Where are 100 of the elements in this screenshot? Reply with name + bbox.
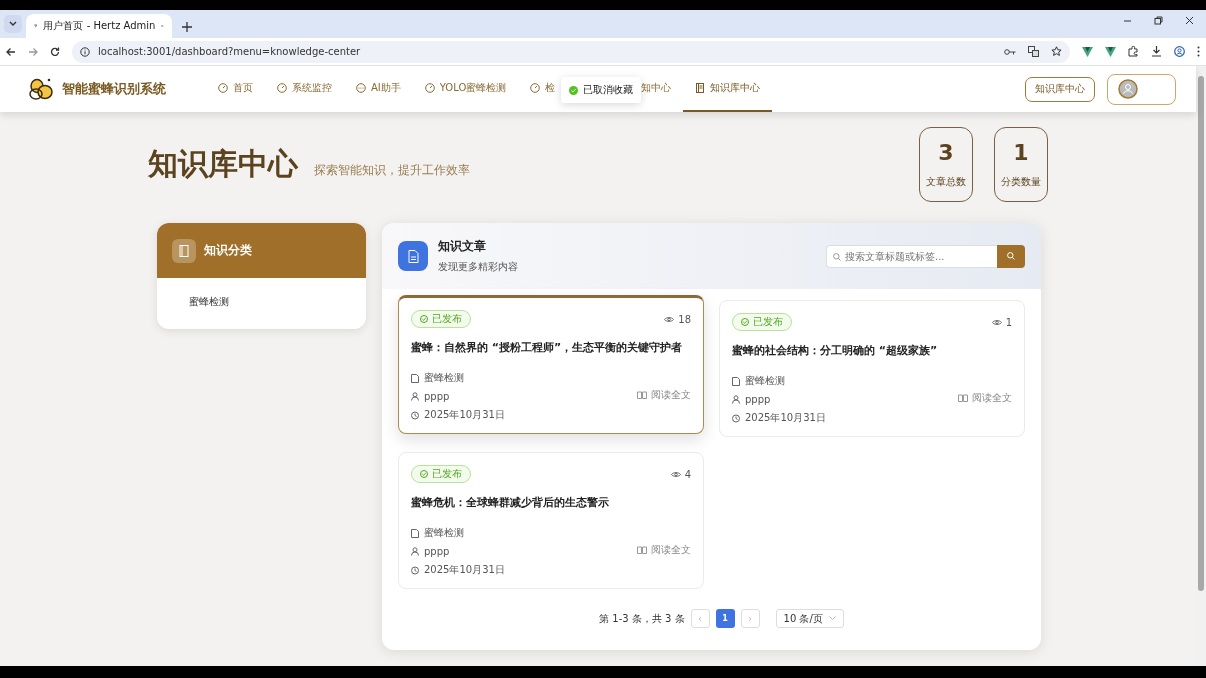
category-item[interactable]: 蜜蜂检测 xyxy=(189,295,229,309)
search-button[interactable] xyxy=(997,244,1025,268)
nav-item[interactable]: 系统监控 xyxy=(265,66,344,112)
status-tag: 已发布 xyxy=(732,313,792,331)
nav-item[interactable]: YOLO蜜蜂检测 xyxy=(412,66,519,112)
profile-icon[interactable] xyxy=(1174,46,1185,57)
chevron-down-icon xyxy=(9,21,17,27)
browser-tab[interactable]: 用户首页 - Hertz Admin xyxy=(26,14,172,38)
article-author: pppp xyxy=(424,546,450,557)
reload-icon[interactable] xyxy=(50,46,60,57)
puzzle-icon[interactable] xyxy=(1128,46,1139,57)
eye-icon xyxy=(664,315,675,323)
bee-logo-icon xyxy=(28,77,54,101)
user-menu-button[interactable] xyxy=(1107,73,1176,105)
view-count: 1 xyxy=(1005,316,1012,328)
tab-title: 用户首页 - Hertz Admin xyxy=(43,19,156,33)
read-more-link[interactable]: 阅读全文 xyxy=(637,543,691,557)
gauge-icon xyxy=(277,83,287,93)
book-icon xyxy=(695,83,706,93)
forward-icon[interactable] xyxy=(28,46,38,57)
open-book-icon xyxy=(637,546,647,554)
nav-item[interactable]: 首页 xyxy=(206,66,265,112)
star-icon[interactable] xyxy=(1051,46,1062,57)
document-icon xyxy=(411,528,419,538)
url-text: localhost:3001/dashboard?menu=knowledge-center xyxy=(98,46,362,57)
article-author: pppp xyxy=(424,391,450,402)
read-more-link[interactable]: 阅读全文 xyxy=(637,388,691,402)
search-icon xyxy=(833,252,841,261)
view-count: 4 xyxy=(684,468,691,480)
v-logo-icon[interactable] xyxy=(1082,46,1093,57)
nav-item[interactable]: 知识库中心 xyxy=(683,66,773,112)
user-icon xyxy=(411,547,419,556)
article-card[interactable]: 已发布 18 蜜蜂：自然界的 “授粉工程师”，生态平衡的关键守护者 蜜蜂检测 pppp 2025年10月31日 阅读全文 xyxy=(398,295,704,434)
clock-icon xyxy=(411,410,419,420)
gauge-icon xyxy=(218,83,228,93)
back-icon[interactable] xyxy=(6,46,16,57)
page-number[interactable]: 1 xyxy=(715,609,735,628)
chat-bubble-icon xyxy=(356,83,366,93)
article-date: 2025年10月31日 xyxy=(424,408,505,422)
knowledge-center-button[interactable]: 知识库中心 xyxy=(1025,76,1095,102)
stat-value: 1 xyxy=(1013,140,1029,165)
stat-value: 3 xyxy=(938,140,954,165)
document-icon xyxy=(407,249,419,263)
user-icon xyxy=(411,392,419,401)
favorite-toast: 已取消收藏 xyxy=(561,77,641,103)
status-tag: 已发布 xyxy=(411,310,471,328)
article-category: 蜜蜂检测 xyxy=(424,526,464,540)
nav-item[interactable]: AI助手 xyxy=(344,66,413,112)
key-icon[interactable] xyxy=(1004,47,1016,56)
article-date: 2025年10月31日 xyxy=(424,563,505,577)
open-book-icon xyxy=(958,394,968,402)
document-icon xyxy=(732,376,740,386)
article-author: pppp xyxy=(745,394,771,405)
article-card[interactable]: 已发布 1 蜜蜂的社会结构：分工明确的 “超级家族” 蜜蜂检测 pppp 2025年10月31日 阅读全文 xyxy=(719,300,1025,437)
nav-item[interactable]: 知中心 xyxy=(641,66,684,112)
avatar-icon xyxy=(1118,79,1138,99)
plus-icon[interactable] xyxy=(182,22,192,32)
article-category: 蜜蜂检测 xyxy=(424,371,464,385)
article-date: 2025年10月31日 xyxy=(745,411,826,425)
eye-icon xyxy=(991,318,1002,326)
category-title: 知识分类 xyxy=(204,243,252,258)
article-title: 蜜蜂危机：全球蜂群减少背后的生态警示 xyxy=(411,495,610,510)
read-more-link[interactable]: 阅读全文 xyxy=(958,391,1012,405)
document-icon xyxy=(411,373,419,383)
restore-icon[interactable] xyxy=(1154,15,1163,25)
pagination-summary: 第 1-3 条，共 3 条 xyxy=(599,611,685,626)
v-logo-icon[interactable] xyxy=(1105,46,1116,57)
download-icon[interactable] xyxy=(1151,46,1162,57)
user-icon xyxy=(732,395,740,404)
check-circle-icon xyxy=(420,470,428,478)
book-icon xyxy=(179,244,189,257)
article-card[interactable]: 已发布 4 蜜蜂危机：全球蜂群减少背后的生态警示 蜜蜂检测 pppp 2025年10月31日 阅读全文 xyxy=(398,452,704,589)
info-icon xyxy=(80,46,90,57)
clock-icon xyxy=(411,565,419,575)
eye-icon xyxy=(670,470,681,478)
articles-subtitle: 发现更多精彩内容 xyxy=(438,260,518,274)
more-icon[interactable] xyxy=(1197,46,1200,57)
gauge-icon xyxy=(424,83,435,93)
clock-icon xyxy=(732,413,740,423)
gauge-icon xyxy=(530,83,541,93)
article-title: 蜜蜂：自然界的 “授粉工程师”，生态平衡的关键守护者 xyxy=(411,340,684,355)
search-field[interactable]: 搜索文章标题或标签... xyxy=(826,244,997,268)
check-circle-icon xyxy=(569,84,578,96)
article-title: 蜜蜂的社会结构：分工明确的 “超级家族” xyxy=(732,343,939,358)
address-bar[interactable]: localhost:3001/dashboard?menu=knowledge-center xyxy=(72,40,1070,63)
open-book-icon xyxy=(637,391,647,399)
system-name: 智能蜜蜂识别系统 xyxy=(62,80,166,98)
check-circle-icon xyxy=(420,315,428,323)
search-icon xyxy=(1007,252,1015,260)
page-size-select[interactable]: 10 条/页 xyxy=(775,609,844,628)
status-tag: 已发布 xyxy=(411,465,471,483)
articles-title: 知识文章 xyxy=(438,238,487,255)
check-circle-icon xyxy=(741,318,749,326)
translate-icon[interactable] xyxy=(1028,46,1039,57)
article-category: 蜜蜂检测 xyxy=(745,374,785,388)
page-subtitle: 探索智能知识，提升工作效率 xyxy=(314,162,470,179)
tab-list-button[interactable] xyxy=(4,15,22,33)
stat-label: 文章总数 xyxy=(926,175,966,189)
stat-label: 分类数量 xyxy=(1001,175,1041,189)
view-count: 18 xyxy=(678,313,691,325)
